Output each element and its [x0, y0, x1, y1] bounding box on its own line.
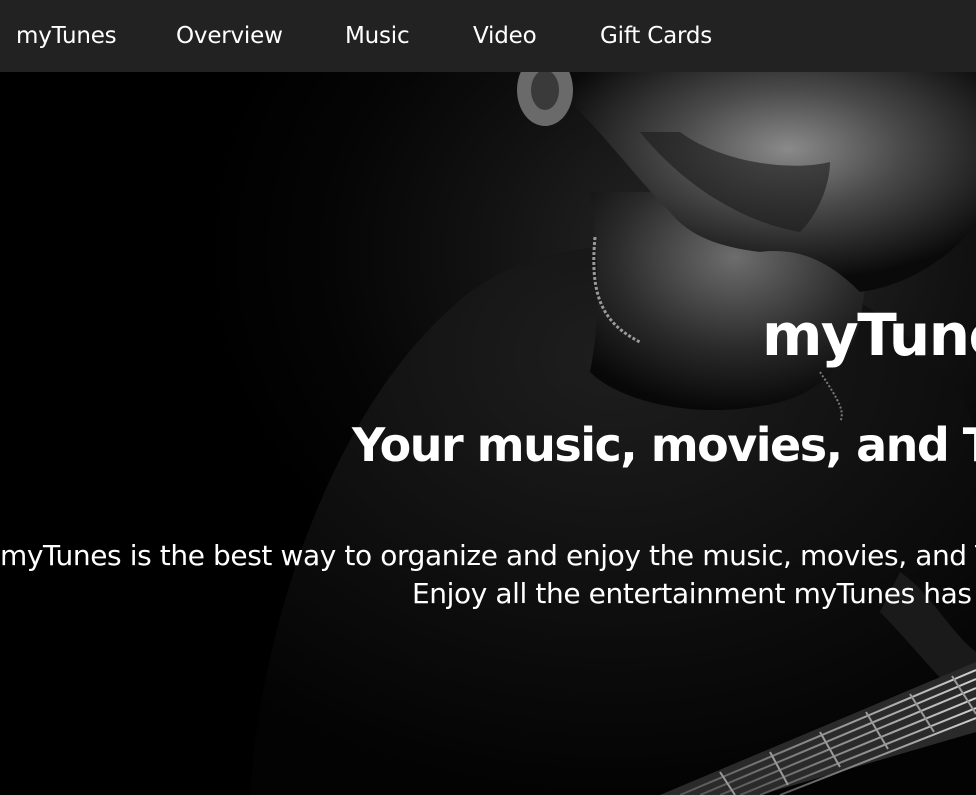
hero-description-line-2: Enjoy all the entertainment myTunes has …	[412, 577, 976, 610]
nav-item-music[interactable]: Music	[345, 0, 410, 72]
top-navigation: myTunes Overview Music Video Gift Cards	[0, 0, 976, 72]
nav-item-video[interactable]: Video	[473, 0, 537, 72]
hero-title: myTunes	[762, 301, 976, 369]
hero-subtitle: Your music, movies, and TV shows	[352, 418, 976, 472]
nav-item-gift-cards[interactable]: Gift Cards	[600, 0, 712, 72]
hero-text-block: myTunes Your music, movies, and TV shows…	[0, 72, 976, 795]
hero-section: myTunes Your music, movies, and TV shows…	[0, 72, 976, 795]
nav-item-overview[interactable]: Overview	[176, 0, 283, 72]
hero-description-line-1: myTunes is the best way to organize and …	[0, 539, 976, 572]
nav-brand-link[interactable]: myTunes	[16, 0, 117, 72]
